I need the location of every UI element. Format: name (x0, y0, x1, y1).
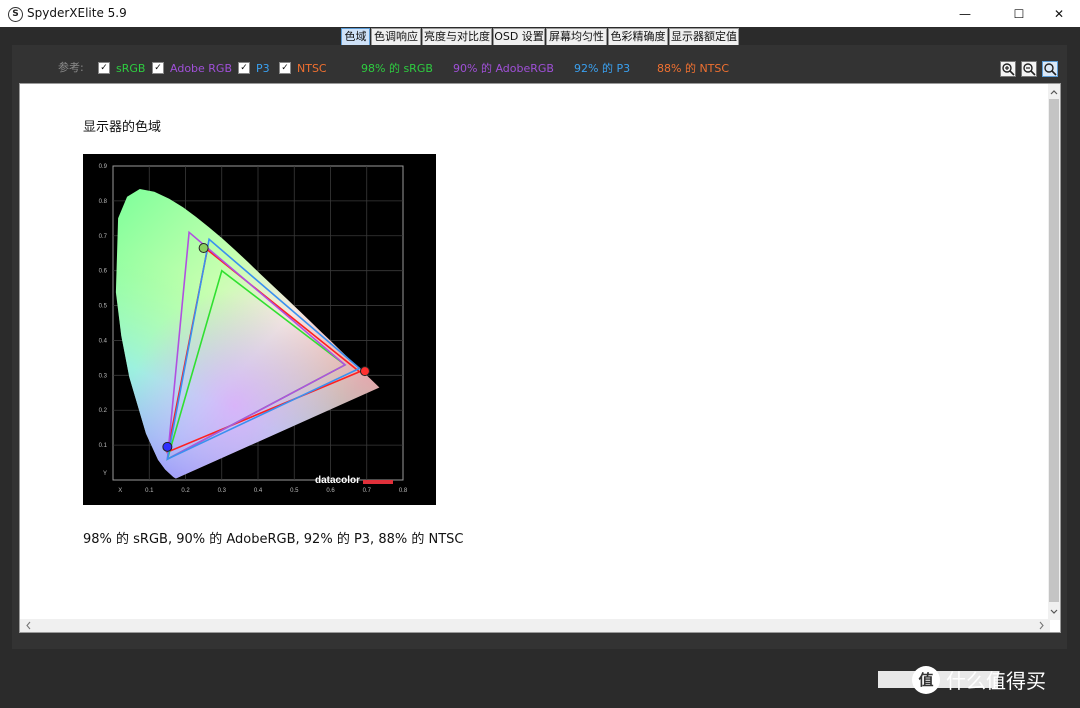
y-tick-label: Y (103, 471, 107, 477)
x-tick-label: 0.4 (254, 488, 263, 494)
p3-coverage: 92% 的 P3 (574, 62, 631, 75)
tab-tone-response[interactable]: 色调响应 (371, 28, 421, 45)
x-tick-label: 0.5 (290, 488, 299, 494)
x-tick-label: 0.8 (399, 488, 408, 494)
watermark: 值 什么值得买 (912, 665, 1046, 694)
scroll-down-icon[interactable] (1048, 606, 1060, 618)
logo-bar (363, 480, 393, 484)
report-title: 显示器的色域 (83, 120, 162, 135)
watermark-logo-icon: 值 (912, 665, 940, 694)
y-tick-label: 0.6 (99, 269, 108, 275)
p3-option-label: P3 (256, 62, 270, 75)
minimize-button[interactable]: — (942, 0, 988, 27)
y-tick-label: 0.9 (99, 164, 108, 170)
zoom-fit-button[interactable] (1042, 61, 1058, 77)
x-tick-label: 0.3 (218, 488, 227, 494)
spectral-locus-glow (115, 189, 380, 479)
x-tick-label: 0.2 (181, 488, 190, 494)
tab-color-accuracy[interactable]: 色彩精确度 (608, 28, 668, 45)
minimize-icon: — (959, 6, 971, 21)
zoom-fit-icon (1044, 63, 1057, 76)
checkmark-icon: ✓ (154, 63, 162, 73)
vertical-scroll-thumb[interactable] (1049, 99, 1059, 602)
vertical-scrollbar[interactable] (1048, 84, 1060, 620)
cie-diagram: X 0.1 0.2 0.3 0.4 0.5 0.6 0.7 0.8 0.90.80.70.60.… (99, 164, 408, 494)
checkmark-icon: ✓ (281, 63, 289, 73)
y-tick-label: 0.1 (99, 443, 108, 449)
tab-bar: 色域 色调响应 亮度与对比度 OSD 设置 屏幕均匀性 色彩精确度 显示器额定值 (0, 27, 1080, 45)
checkmark-icon: ✓ (240, 63, 248, 73)
scroll-left-icon[interactable] (22, 619, 34, 632)
tab-osd-settings[interactable]: OSD 设置 (493, 28, 545, 45)
primary-marker (198, 242, 209, 253)
x-tick-label: 0.7 (363, 488, 372, 494)
reference-bar: 参考: ✓ sRGB ✓ Adobe RGB ✓ P3 ✓ NTSC 98% 的… (12, 45, 1067, 81)
srgb-checkbox[interactable]: ✓ (98, 62, 110, 74)
primary-marker (359, 366, 370, 377)
y-tick-label: 0.5 (99, 304, 108, 310)
title-bar: S SpyderXElite 5.9 — ☐ ✕ (0, 0, 1080, 27)
y-tick-label: 0.3 (99, 373, 108, 379)
datacolor-logo: datacolor (315, 475, 360, 486)
main-panel: 参考: ✓ sRGB ✓ Adobe RGB ✓ P3 ✓ NTSC 98% 的… (12, 45, 1067, 649)
reference-label: 参考: (58, 61, 84, 74)
p3-checkbox[interactable]: ✓ (238, 62, 250, 74)
tab-display-rating[interactable]: 显示器额定值 (669, 28, 739, 45)
srgb-option-label: sRGB (116, 62, 146, 75)
tab-color-gamut[interactable]: 色域 (341, 28, 370, 45)
tab-screen-uniformity[interactable]: 屏幕均匀性 (546, 28, 607, 45)
close-icon: ✕ (1053, 6, 1065, 21)
zoom-out-icon (1023, 63, 1036, 76)
watermark-text: 什么值得买 (946, 669, 1046, 693)
adobe-rgb-option-label: Adobe RGB (170, 62, 233, 75)
app-icon: S (8, 7, 23, 22)
y-tick-label: 0.2 (99, 408, 108, 414)
zoom-in-icon (1002, 63, 1015, 76)
gamut-summary: 98% 的 sRGB, 90% 的 AdobeRGB, 92% 的 P3, 88… (83, 532, 464, 547)
window-title: SpyderXElite 5.9 (27, 6, 127, 20)
ntsc-coverage: 88% 的 NTSC (657, 62, 730, 75)
scroll-right-icon[interactable] (1036, 619, 1048, 632)
primary-marker (162, 441, 173, 452)
close-button[interactable]: ✕ (1036, 0, 1080, 27)
y-axis-ticks: 0.9 0.8 0.7 0.6 0.5 0.4 0.3 0.2 0.1 Y (99, 164, 108, 477)
x-axis-ticks: X 0.1 0.2 0.3 0.4 0.5 0.6 0.7 0.8 (118, 488, 408, 494)
srgb-coverage: 98% 的 sRGB (361, 62, 433, 75)
maximize-icon: ☐ (1013, 6, 1025, 21)
x-tick-label: 0.6 (326, 488, 335, 494)
tab-brightness-contrast[interactable]: 亮度与对比度 (422, 28, 492, 45)
adobe-rgb-coverage: 90% 的 AdobeRGB (453, 62, 554, 75)
y-tick-label: 0.7 (99, 234, 108, 240)
x-tick-label: 0.1 (145, 488, 154, 494)
gamut-chart: X 0.1 0.2 0.3 0.4 0.5 0.6 0.7 0.8 0.9 0.8 0.7 0.6 0.… (83, 154, 436, 505)
bottom-bar: 值 什么值得买 (0, 649, 1080, 708)
zoom-out-button[interactable] (1021, 61, 1037, 77)
y-tick-label: 0.8 (99, 199, 108, 205)
adobe-rgb-checkbox[interactable]: ✓ (152, 62, 164, 74)
zoom-in-button[interactable] (1000, 61, 1016, 77)
horizontal-scrollbar[interactable] (20, 619, 1050, 632)
checkmark-icon: ✓ (100, 63, 108, 73)
x-tick-label: X (118, 488, 122, 494)
y-tick-label: 0.4 (99, 338, 108, 344)
ntsc-checkbox[interactable]: ✓ (279, 62, 291, 74)
report-view[interactable]: 显示器的色域 X 0.1 0.2 0.3 0.4 0.5 0.6 0.7 0.8… (19, 83, 1061, 633)
ntsc-option-label: NTSC (297, 62, 327, 75)
scroll-up-icon[interactable] (1048, 86, 1060, 98)
